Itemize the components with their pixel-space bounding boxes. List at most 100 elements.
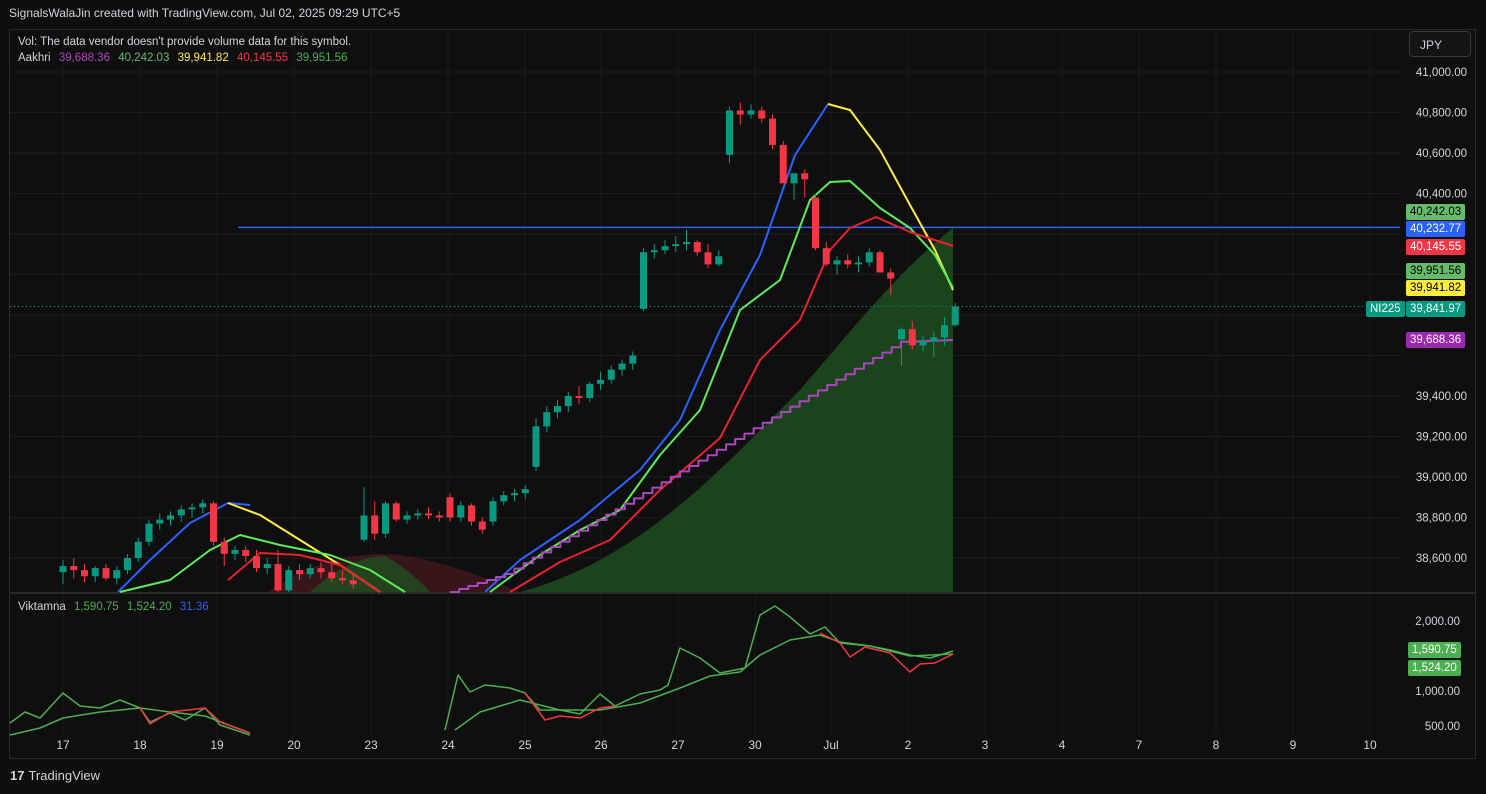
price-label: 39,951.56 [1406, 263, 1466, 279]
price-axis-tick: 38,800.00 [1416, 513, 1467, 525]
candle [833, 260, 841, 265]
candle [736, 110, 744, 115]
candle [500, 495, 508, 502]
candle [865, 252, 873, 263]
candle [489, 501, 497, 522]
candle [306, 568, 314, 575]
candle [790, 173, 798, 184]
oscillator-axis-tick: 1,000.00 [1415, 686, 1460, 698]
candle [317, 568, 325, 573]
candle [908, 329, 916, 346]
price-axis-tick: 38,600.00 [1416, 553, 1467, 565]
candle [554, 406, 561, 413]
price-label: 39,841.97 [1406, 301, 1466, 317]
time-axis-tick: 7 [1136, 738, 1143, 752]
candle [650, 250, 658, 253]
indicator-value-5: 39,951.56 [296, 52, 348, 64]
oscillator-value-1: 1,590.75 [73, 601, 119, 613]
candle [339, 578, 346, 581]
time-axis-tick: 25 [518, 738, 532, 752]
time-axis-tick: 17 [56, 738, 70, 752]
candle [285, 570, 293, 591]
time-axis-tick: 23 [364, 738, 378, 752]
time-axis-tick: 4 [1059, 738, 1066, 752]
oscillator-label: 1,590.75 [1408, 642, 1461, 658]
candle [769, 118, 776, 145]
candle [693, 242, 701, 253]
indicator-value-3: 39,941.82 [177, 52, 229, 64]
price-label: 40,145.55 [1406, 239, 1466, 255]
candle [296, 570, 303, 575]
time-axis-tick: Jul [823, 738, 838, 752]
time-axis-tick: 10 [1363, 738, 1377, 752]
price-axis-tick: 40,600.00 [1416, 148, 1467, 160]
candle [328, 572, 336, 579]
candle [242, 549, 250, 556]
price-axis-tick: 40,400.00 [1416, 189, 1467, 201]
price-label: 40,242.03 [1406, 204, 1466, 220]
candle [113, 570, 121, 579]
price-axis-tick: 39,400.00 [1416, 391, 1467, 403]
candle [382, 503, 389, 534]
candle [263, 564, 271, 569]
candle [124, 558, 131, 571]
time-axis-tick: 27 [671, 738, 685, 752]
oscillator-value-3: 31.36 [179, 601, 209, 613]
symbol-badge: NI225 [1366, 301, 1405, 317]
candle [521, 489, 529, 494]
candle [898, 329, 905, 340]
candle [575, 396, 583, 399]
candle [231, 549, 239, 554]
oscillator-legend[interactable]: Viktamna 1,590.75 1,524.20 31.36 [18, 601, 214, 613]
volume-legend: Vol: The data vendor doesn't provide vol… [18, 36, 356, 48]
price-label: 40,232.77 [1406, 221, 1466, 237]
chart-canvas[interactable]: 4 1,000.00 40,800.00 40,600.00 40,400.00 39,4… [0, 0, 1486, 794]
time-axis-tick: 9 [1290, 738, 1297, 752]
candle [360, 515, 368, 540]
oscillator-label: 1,524.20 [1408, 660, 1461, 676]
candle [640, 252, 647, 309]
candle [188, 507, 196, 510]
candle [919, 341, 927, 346]
candle [478, 521, 486, 530]
candle [511, 493, 518, 496]
candle [661, 246, 669, 251]
candle [779, 144, 787, 184]
candle [371, 515, 379, 534]
candle [941, 325, 948, 338]
candle [59, 566, 67, 573]
tradingview-brand[interactable]: 17 TradingView [10, 768, 100, 783]
indicator-value-2: 40,242.03 [118, 52, 170, 64]
candle [468, 505, 475, 522]
candle [629, 355, 637, 364]
time-axis-tick: 19 [210, 738, 224, 752]
time-axis-tick: 2 [905, 738, 912, 752]
oscillator-axis-tick: 2,000.00 [1415, 616, 1460, 628]
candle [220, 541, 228, 554]
currency-button[interactable]: JPY [1409, 31, 1471, 57]
candle [210, 503, 217, 542]
candle [102, 568, 110, 579]
candle [801, 173, 809, 180]
oscillator-name: Viktamna [18, 601, 66, 613]
candle [167, 515, 174, 520]
indicator-legend[interactable]: Aakhri 39,688.36 40,242.03 39,941.82 40,… [18, 52, 352, 64]
time-axis-tick: 30 [748, 738, 762, 752]
candle [156, 519, 164, 524]
candle [274, 564, 282, 591]
candle [91, 568, 99, 577]
candle [672, 244, 680, 247]
candle [597, 379, 604, 384]
time-axis-tick: 18 [133, 738, 147, 752]
candle [715, 256, 723, 265]
candle [930, 337, 938, 342]
candle [822, 248, 830, 265]
oscillator-slow-line [454, 634, 954, 731]
candle [81, 570, 88, 577]
time-axis-tick: 26 [594, 738, 608, 752]
oscillator-fast-line [444, 605, 954, 731]
candle [145, 523, 153, 542]
candle [951, 306, 959, 326]
price-axis-tick: 40,800.00 [1416, 108, 1467, 120]
candle [586, 383, 594, 399]
